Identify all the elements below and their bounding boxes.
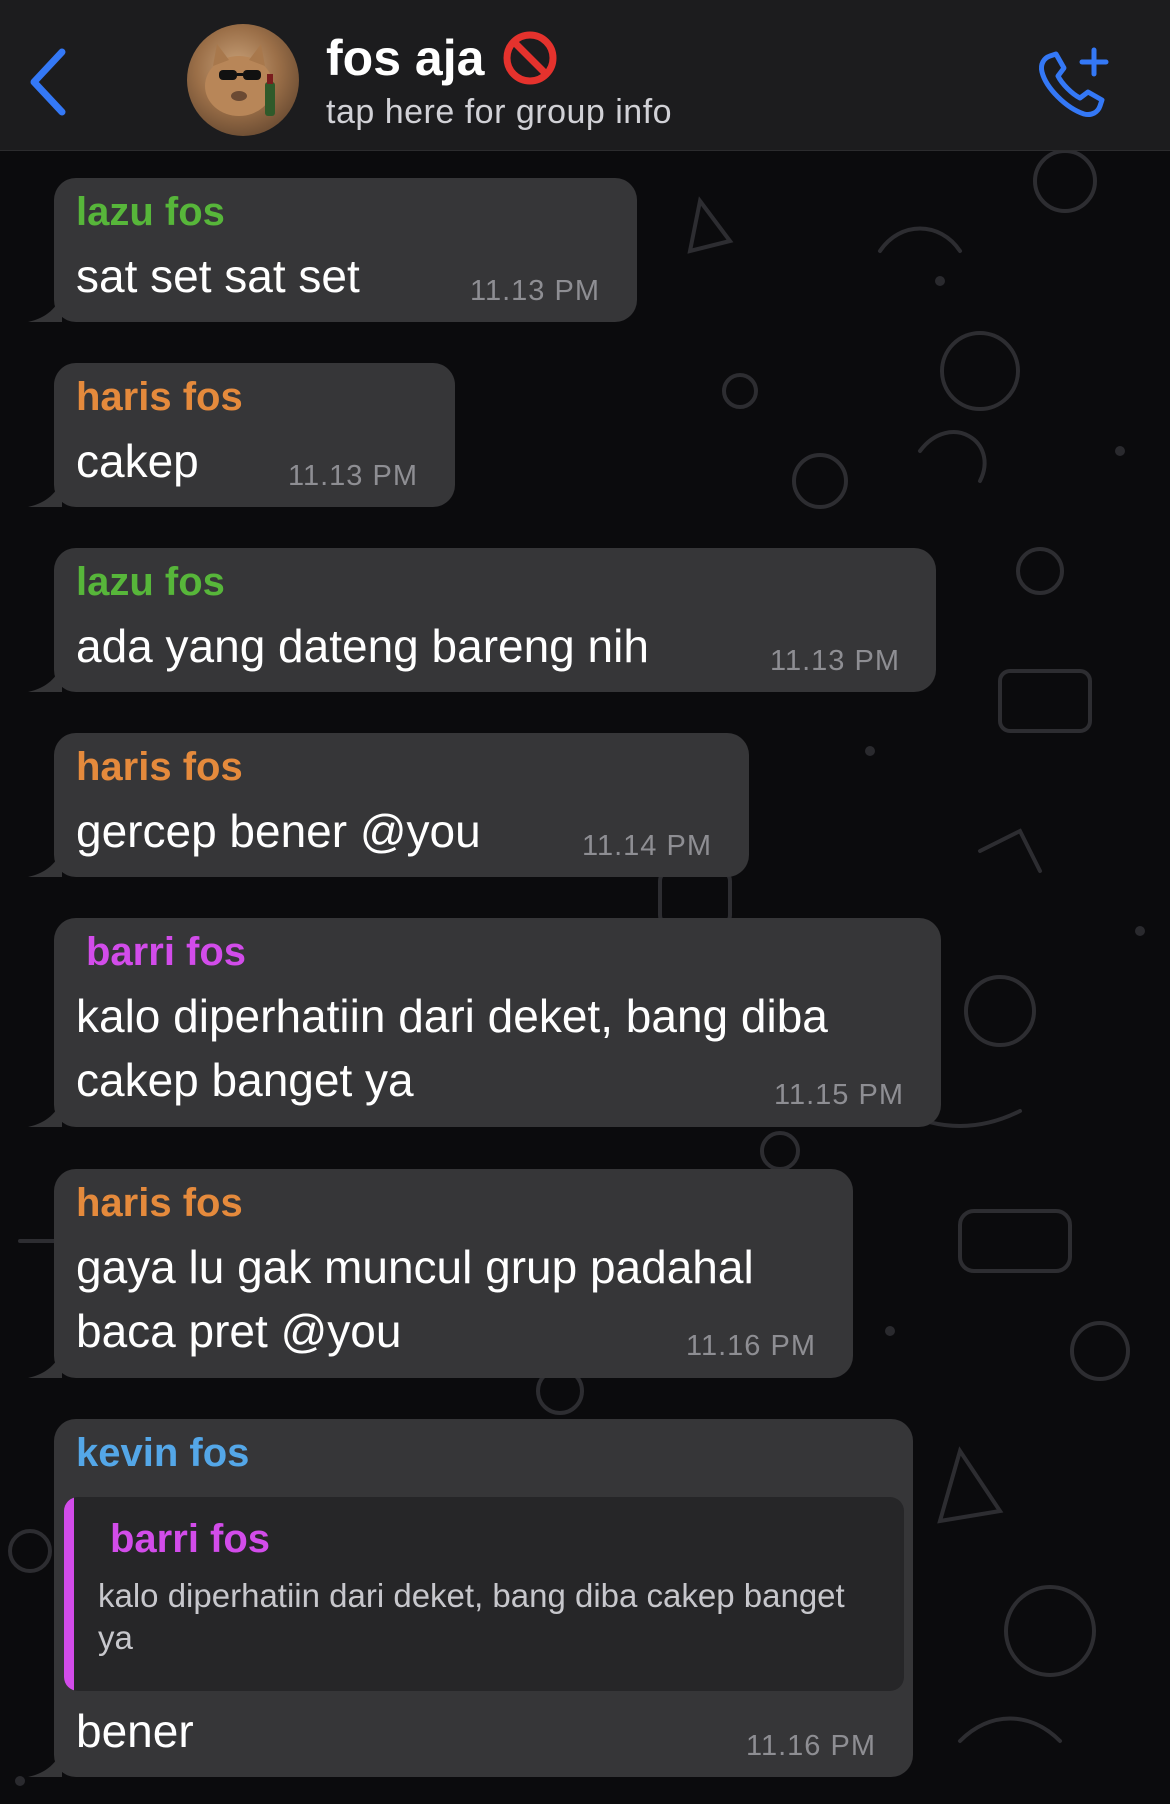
quoted-sender-name: barri fos	[110, 1517, 271, 1561]
message-timestamp: 11.13 PM	[470, 275, 600, 307]
message-text-line: baca pret @you	[76, 1305, 402, 1357]
message-timestamp: 11.13 PM	[770, 645, 900, 677]
message-timestamp: 11.15 PM	[774, 1079, 904, 1111]
group-title[interactable]: fos aja	[326, 28, 672, 88]
sender-name: haris fos	[76, 745, 243, 789]
quoted-text: kalo diperhatiin dari deket, bang diba c…	[98, 1577, 845, 1656]
sender-name: kevin fos	[76, 1431, 250, 1475]
sender-name: haris fos	[76, 1181, 243, 1225]
message-text-line: cakep banget ya	[76, 1054, 414, 1106]
message-text-line: gaya lu gak muncul grup padahal	[76, 1241, 754, 1293]
sender-name: haris fos	[76, 375, 243, 419]
message-text-line: kalo diperhatiin dari deket, bang diba	[76, 990, 828, 1042]
bubble-tail	[28, 477, 62, 507]
bubble-tail	[28, 662, 62, 692]
group-info-hint[interactable]: tap here for group info	[326, 90, 672, 134]
cat-avatar-image	[205, 44, 275, 116]
message-bubble[interactable]: haris fos gaya lu gak muncul grup padaha…	[28, 1169, 853, 1378]
message-bubble[interactable]: lazu fos ada yang dateng bareng nih 11.1…	[28, 548, 936, 692]
add-call-icon[interactable]	[1036, 44, 1114, 122]
message-bubble[interactable]: haris fos gercep bener @you 11.14 PM	[28, 733, 749, 877]
message-text: sat set sat set	[76, 250, 360, 302]
message-text: ada yang dateng bareng nih	[76, 620, 649, 672]
message-text: gercep bener @you	[76, 805, 481, 857]
sender-name: barri fos	[86, 930, 247, 974]
message-timestamp: 11.14 PM	[582, 830, 712, 862]
message-bubble[interactable]: barri fos kalo diperhatiin dari deket, b…	[28, 918, 941, 1127]
message-text: bener	[76, 1705, 194, 1757]
message-text: cakep	[76, 435, 199, 487]
no-entry-icon	[503, 31, 557, 85]
message-timestamp: 11.16 PM	[746, 1730, 876, 1762]
bubble-tail	[28, 1097, 62, 1127]
message-bubble[interactable]: haris fos cakep 11.13 PM	[28, 363, 455, 507]
quoted-message[interactable]: barri fos kalo diperhatiin dari deket, b…	[64, 1497, 904, 1691]
bubble-tail	[28, 847, 62, 877]
message-timestamp: 11.13 PM	[288, 460, 418, 492]
group-name: fos aja	[326, 30, 485, 86]
quote-accent-bar	[64, 1497, 74, 1691]
bubble-tail	[28, 1747, 62, 1777]
message-bubble-reply[interactable]: kevin fos barri fos kalo diperhatiin dar…	[28, 1419, 913, 1777]
chevron-left-icon[interactable]	[26, 46, 70, 118]
sender-name: lazu fos	[76, 560, 225, 604]
message-bubble[interactable]: lazu fos sat set sat set 11.13 PM	[28, 178, 637, 322]
sender-name: lazu fos	[76, 190, 225, 234]
bubble-tail	[28, 292, 62, 322]
chat-header[interactable]: fos aja tap here for group info	[0, 0, 1170, 151]
message-timestamp: 11.16 PM	[686, 1330, 816, 1362]
group-avatar[interactable]	[187, 24, 299, 136]
bubble-tail	[28, 1348, 62, 1378]
